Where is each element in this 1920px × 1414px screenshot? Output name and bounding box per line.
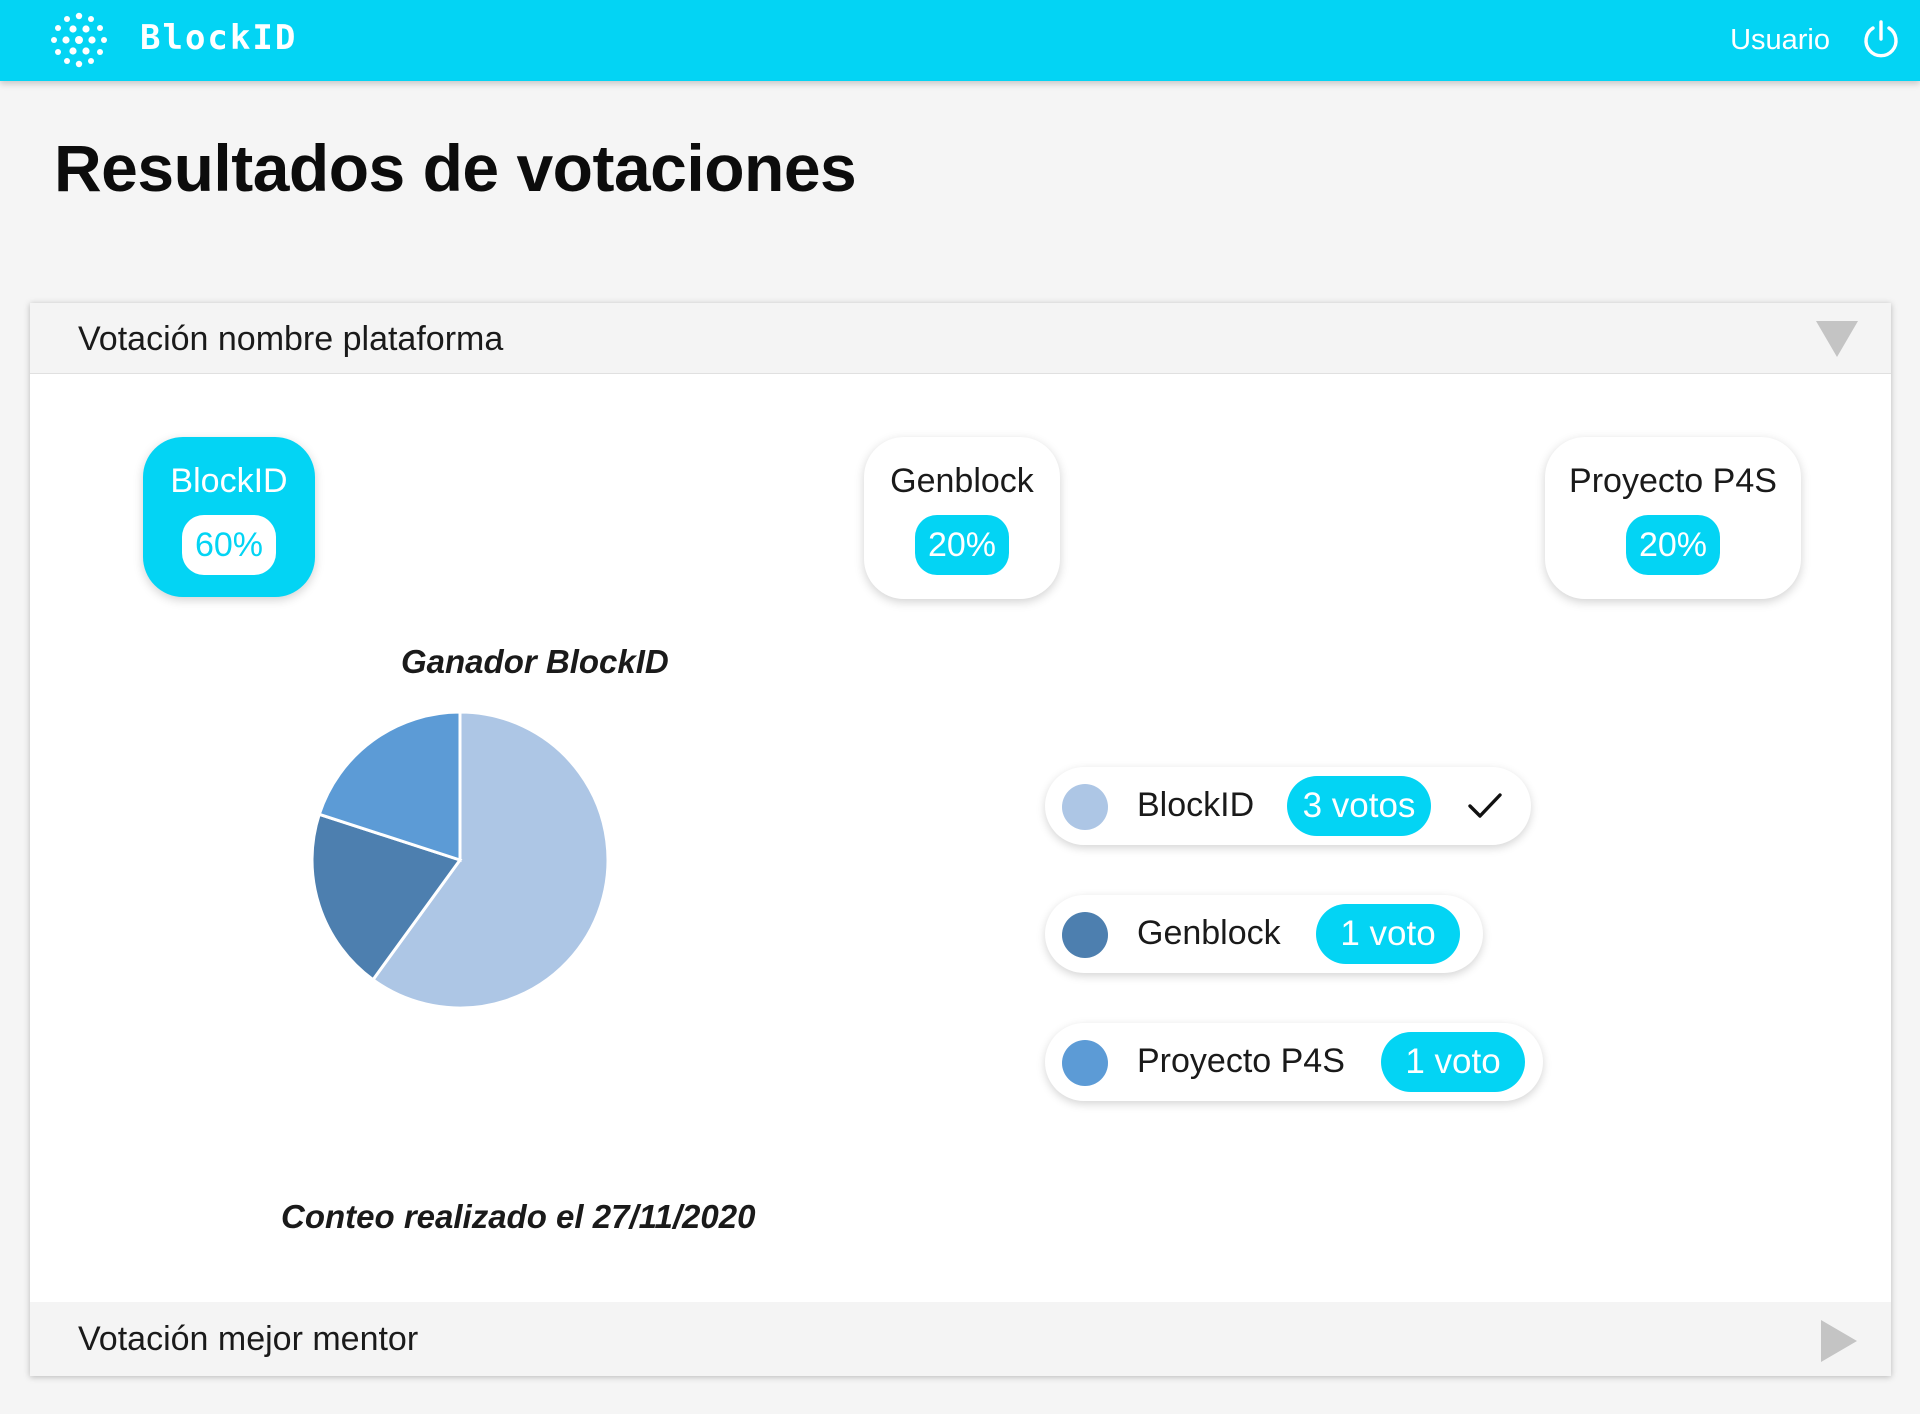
accordion-title: Votación mejor mentor [78,1320,419,1358]
vote-count-badge: 1 voto [1316,904,1460,964]
accordion-title: Votación nombre plataforma [78,320,504,358]
legend-item-blockid: BlockID 3 votos [1045,767,1531,845]
legend-label: Genblock [1137,914,1281,952]
legend-label: Proyecto P4S [1137,1042,1345,1080]
network-globe-icon[interactable] [48,11,110,69]
legend-swatch [1062,912,1108,958]
user-menu[interactable]: Usuario [1730,24,1830,57]
count-caption: Conteo realizado el 27/11/2020 [281,1198,756,1235]
option-name: Genblock [890,462,1034,500]
pie-chart [310,710,610,1010]
option-card-proyecto-p4s[interactable]: Proyecto P4S 20% [1545,437,1801,599]
accordion-header-best-mentor[interactable]: Votación mejor mentor [30,1302,1891,1376]
top-bar: BlockID Usuario [0,0,1920,81]
legend-swatch [1062,1040,1108,1086]
option-name: Proyecto P4S [1569,462,1777,500]
brand-name: BlockID [140,18,298,58]
legend-swatch [1062,784,1108,830]
legend-item-proyecto-p4s: Proyecto P4S 1 voto [1045,1023,1543,1101]
option-percent-badge: 60% [182,515,276,575]
vote-count-badge: 3 votos [1287,776,1431,836]
option-percent-badge: 20% [1626,515,1720,575]
check-icon [1468,793,1502,818]
chevron-right-icon[interactable] [1821,1320,1857,1362]
accordion-header-platform-name[interactable]: Votación nombre plataforma [30,303,1891,374]
power-icon[interactable] [1860,19,1902,61]
option-card-blockid[interactable]: BlockID 60% [143,437,315,597]
page-title: Resultados de votaciones [54,131,857,205]
legend-item-genblock: Genblock 1 voto [1045,895,1483,973]
winner-caption: Ganador BlockID [401,643,669,680]
vote-count-badge: 1 voto [1381,1032,1525,1092]
legend-label: BlockID [1137,786,1255,824]
option-name: BlockID [170,462,288,500]
votes-accordion: Votación nombre plataforma BlockID 60% G… [30,303,1891,1376]
chevron-down-icon[interactable] [1816,321,1858,357]
option-percent-badge: 20% [915,515,1009,575]
option-card-genblock[interactable]: Genblock 20% [864,437,1060,599]
